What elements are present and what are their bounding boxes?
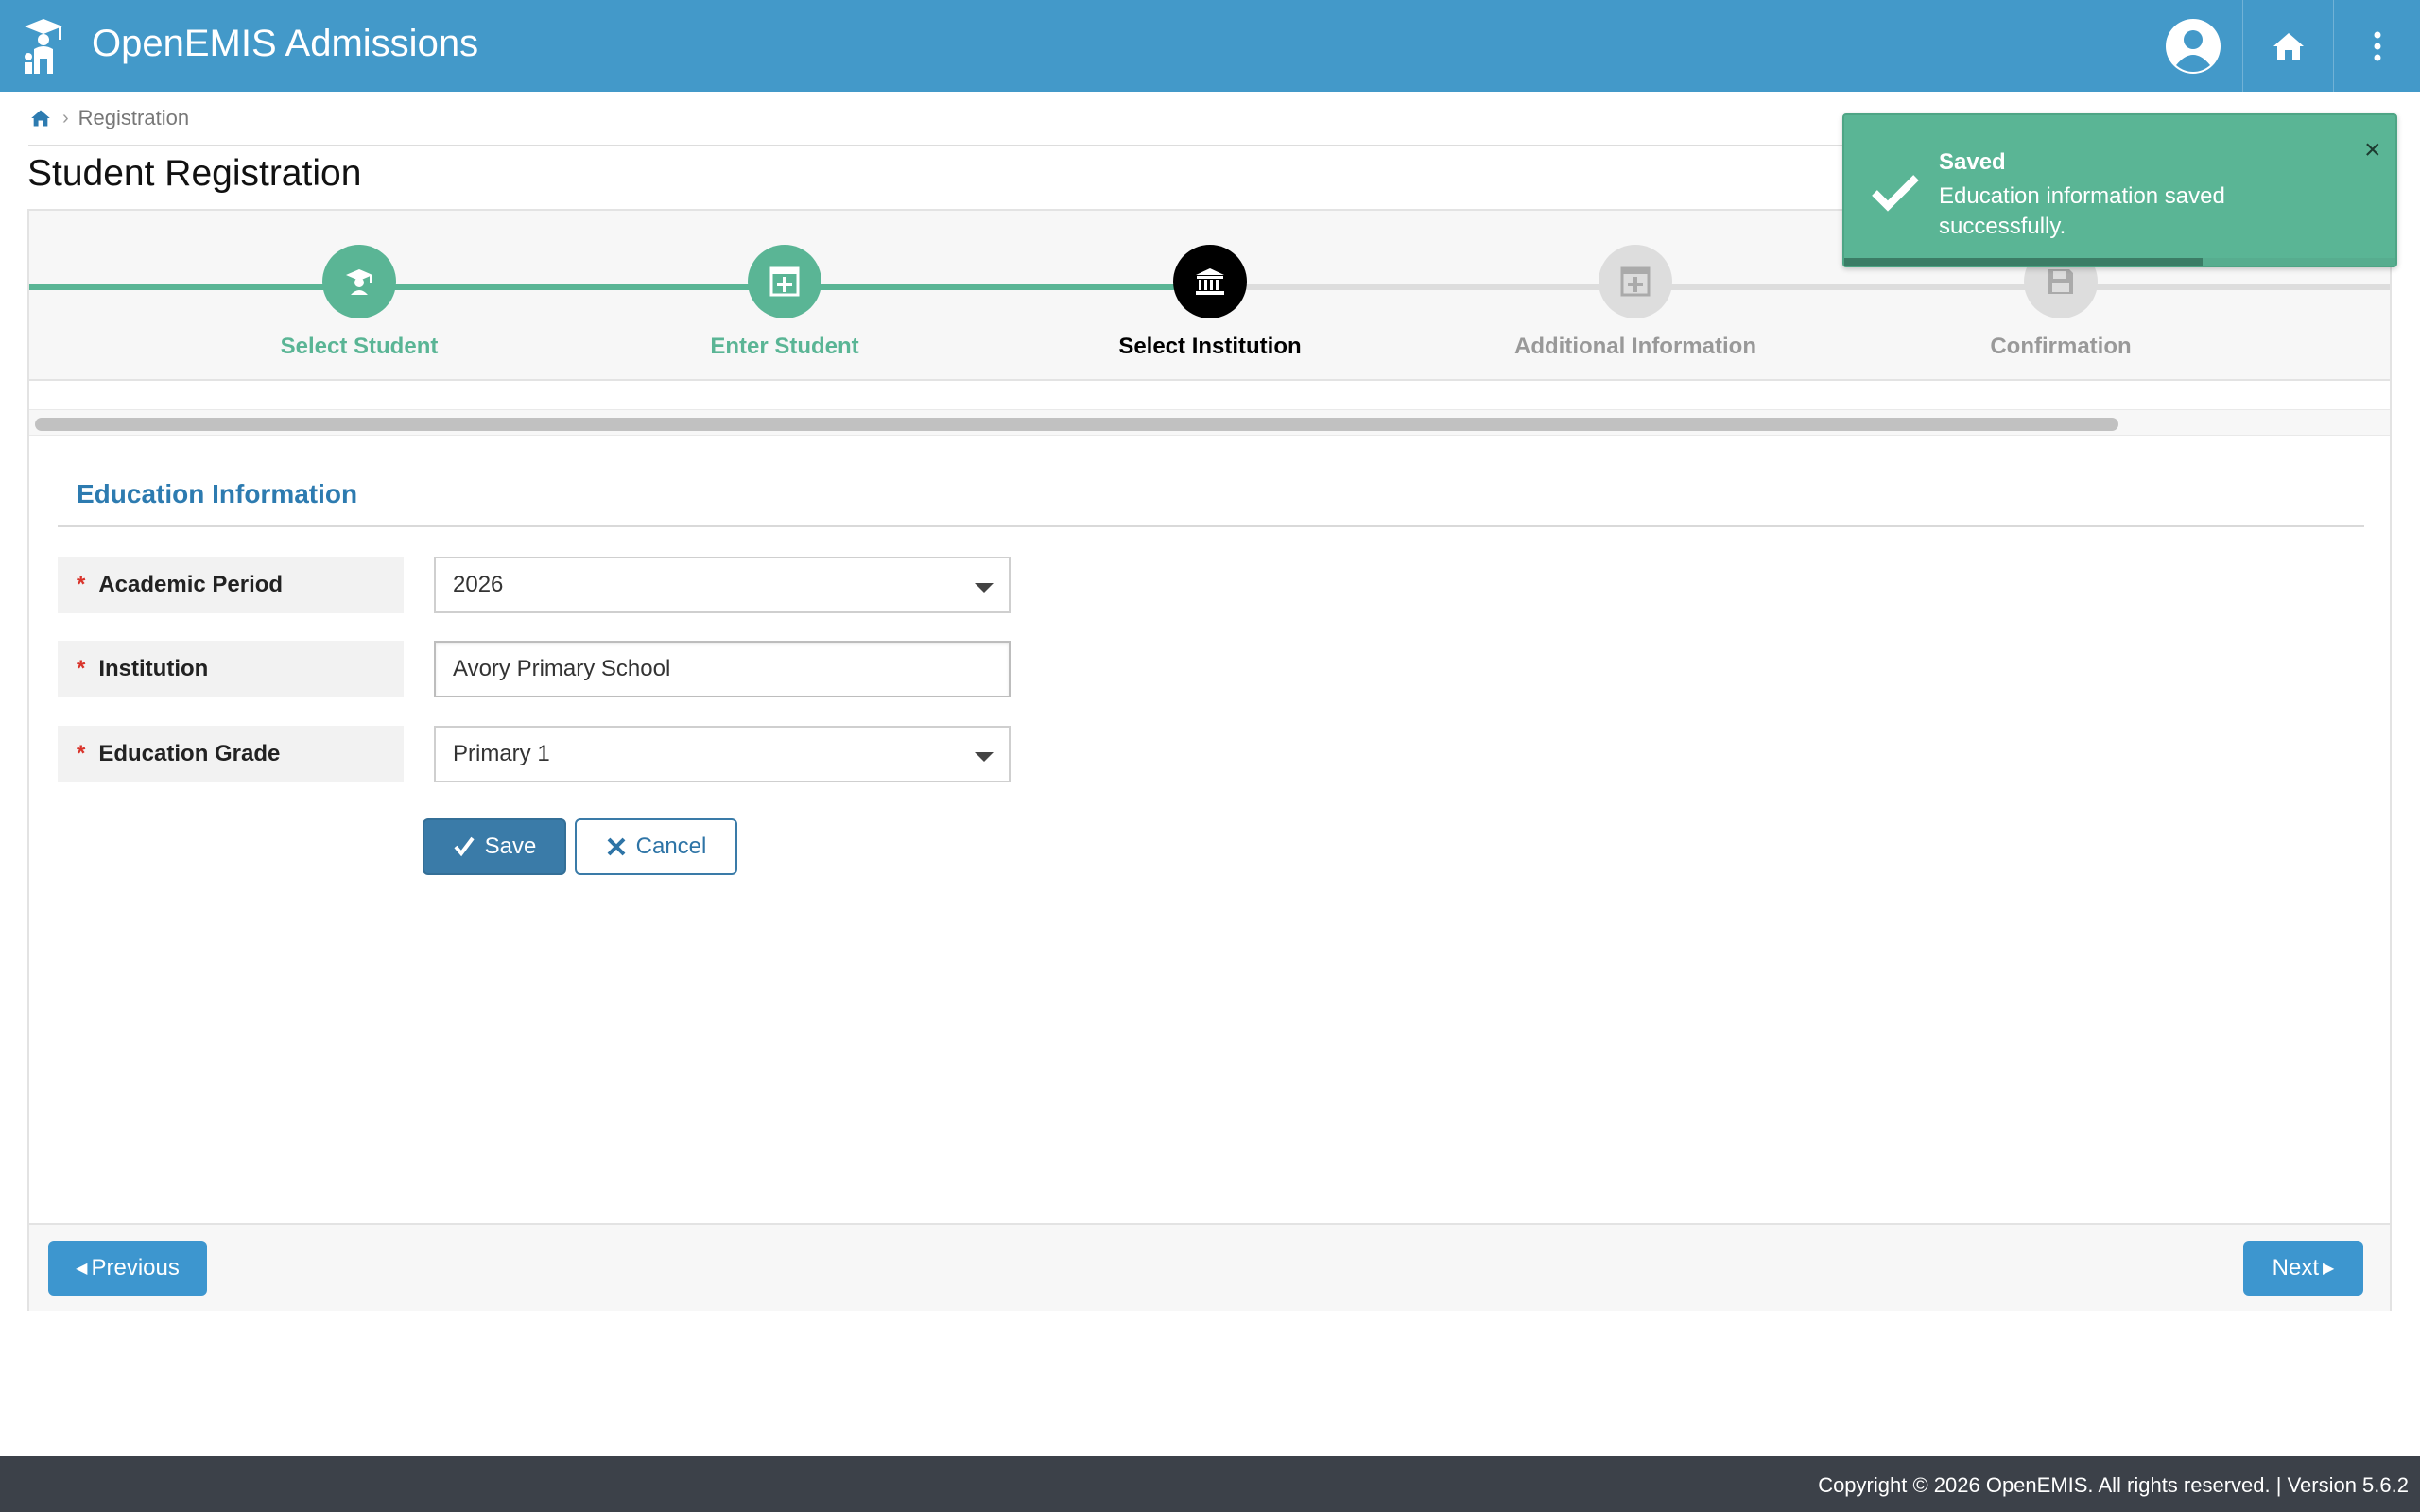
close-icon <box>607 837 626 856</box>
graduate-icon <box>346 269 372 295</box>
toast-progress-bar <box>1844 258 2203 266</box>
plus-square-icon <box>769 266 800 297</box>
openemis-logo-icon[interactable] <box>21 15 70 76</box>
cancel-button[interactable]: Cancel <box>575 818 737 875</box>
education-grade-row: * Education Grade Primary 1 <box>58 726 1028 782</box>
education-grade-select[interactable]: Primary 1 <box>434 726 1011 782</box>
academic-period-label: * Academic Period <box>58 557 404 613</box>
plus-square-icon <box>1620 266 1651 297</box>
page-title: Student Registration <box>27 153 362 194</box>
registration-panel: Select Student Enter Student Select Inst… <box>27 209 2392 1311</box>
breadcrumb: › Registration <box>30 104 189 132</box>
education-grade-label: * Education Grade <box>58 726 404 782</box>
toast-title: Saved <box>1939 149 2006 175</box>
toast-message: Education information saved successfully… <box>1939 183 2225 239</box>
toast-progress-track <box>1844 258 2395 266</box>
wizard-step-additional-information[interactable]: Additional Information <box>1423 245 1848 360</box>
wizard-step-enter-student[interactable]: Enter Student <box>572 245 997 360</box>
app-header: OpenEMIS Admissions <box>0 0 2420 92</box>
check-icon <box>1872 175 1919 212</box>
institution-icon <box>1196 268 1224 295</box>
next-button[interactable]: Next ▶ <box>2243 1241 2363 1296</box>
caret-down-icon <box>975 752 994 762</box>
divider <box>58 525 2364 527</box>
more-options-button[interactable] <box>2333 0 2420 92</box>
user-avatar-icon <box>2166 18 2221 74</box>
wizard-step-select-institution[interactable]: Select Institution <box>997 245 1423 360</box>
close-icon[interactable]: × <box>2364 134 2381 166</box>
breadcrumb-item-registration[interactable]: Registration <box>78 106 189 130</box>
previous-button[interactable]: ◀ Previous <box>48 1241 207 1296</box>
institution-label: * Institution <box>58 641 404 697</box>
chevron-right-icon: › <box>62 107 69 129</box>
wizard-step-select-student[interactable]: Select Student <box>147 245 572 360</box>
caret-down-icon <box>975 583 994 593</box>
academic-period-row: * Academic Period 2026 <box>58 557 1028 613</box>
institution-input[interactable]: Avory Primary School <box>434 641 1011 697</box>
caret-right-icon: ▶ <box>2323 1261 2335 1277</box>
success-toast: Saved Education information saved succes… <box>1842 113 2397 267</box>
home-button[interactable] <box>2242 0 2333 92</box>
user-menu-button[interactable] <box>2155 0 2231 92</box>
vertical-dots-icon <box>2374 31 2380 60</box>
home-icon <box>2273 32 2304 60</box>
home-icon[interactable] <box>30 109 51 128</box>
caret-left-icon: ◀ <box>76 1261 88 1277</box>
wizard-footer: ◀ Previous Next ▶ <box>29 1223 2390 1311</box>
app-title: OpenEMIS Admissions <box>92 23 479 64</box>
check-icon <box>454 836 475 857</box>
page-footer: Copyright © 2026 OpenEMIS. All rights re… <box>0 1456 2420 1512</box>
copyright-text: Copyright © 2026 OpenEMIS. All rights re… <box>1818 1473 2409 1497</box>
academic-period-select[interactable]: 2026 <box>434 557 1011 613</box>
save-icon <box>2048 269 2073 294</box>
save-button[interactable]: Save <box>423 818 566 875</box>
horizontal-scrollbar[interactable] <box>29 409 2390 436</box>
institution-row: * Institution Avory Primary School <box>58 641 1028 697</box>
scrollbar-thumb[interactable] <box>35 418 2118 431</box>
section-title: Education Information <box>77 479 358 508</box>
